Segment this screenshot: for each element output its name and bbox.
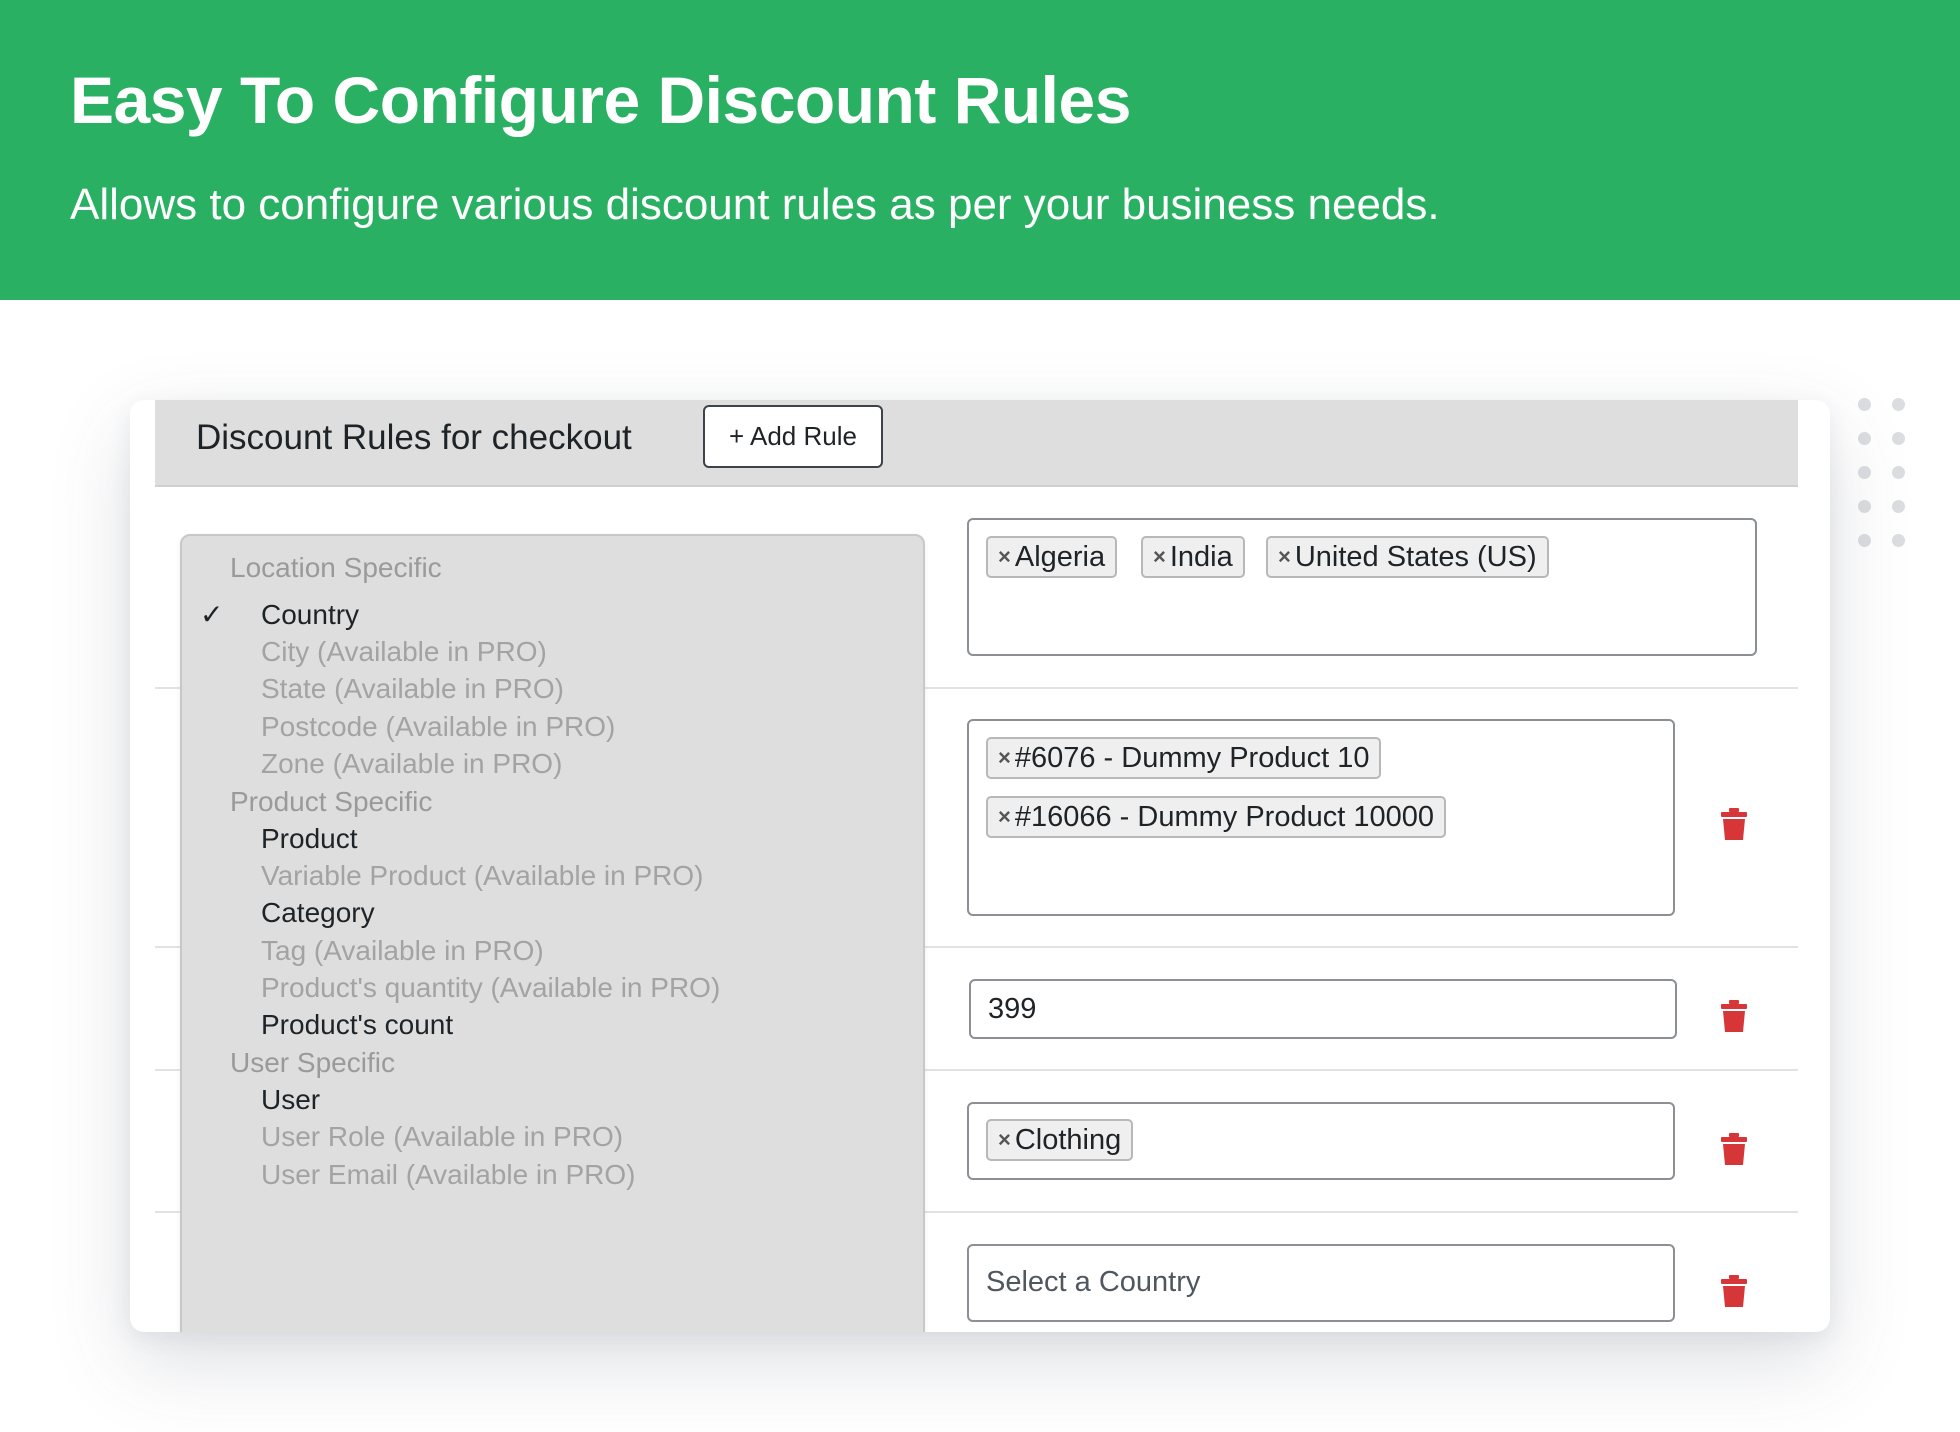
dot-grid-decoration bbox=[1858, 398, 1908, 558]
option-product-count[interactable]: Product's count bbox=[261, 1009, 453, 1041]
count-input[interactable]: 399 bbox=[969, 979, 1677, 1039]
option-zone: Zone (Available in PRO) bbox=[261, 748, 563, 779]
remove-tag-icon[interactable]: × bbox=[998, 544, 1011, 570]
remove-tag-icon[interactable]: × bbox=[1278, 544, 1291, 570]
trash-icon[interactable] bbox=[1721, 808, 1747, 840]
selected-tag[interactable]: × Algeria bbox=[986, 536, 1118, 578]
category-multiselect[interactable]: × Clothing bbox=[967, 1102, 1675, 1180]
option-postcode: Postcode (Available in PRO) bbox=[261, 711, 616, 742]
banner-title: Easy To Configure Discount Rules bbox=[70, 63, 1131, 137]
discount-rules-panel: Discount Rules for checkout + Add Rule ×… bbox=[155, 400, 1798, 1332]
optgroup-user: User Specific bbox=[230, 1047, 395, 1078]
country-multiselect[interactable]: × Algeria × India × United States (US) bbox=[967, 518, 1757, 656]
banner-subtitle: Allows to configure various discount rul… bbox=[70, 180, 1440, 229]
selected-tag[interactable]: × United States (US) bbox=[1266, 536, 1549, 578]
product-multiselect[interactable]: × #6076 - Dummy Product 10 × #16066 - Du… bbox=[967, 719, 1675, 916]
trash-icon[interactable] bbox=[1721, 1275, 1747, 1307]
selected-tag[interactable]: × #6076 - Dummy Product 10 bbox=[986, 737, 1382, 779]
option-product-quantity: Product's quantity (Available in PRO) bbox=[261, 972, 721, 1003]
add-rule-button[interactable]: + Add Rule bbox=[703, 405, 883, 468]
trash-icon[interactable] bbox=[1721, 1133, 1747, 1165]
remove-tag-icon[interactable]: × bbox=[998, 804, 1011, 830]
option-tag: Tag (Available in PRO) bbox=[261, 935, 544, 966]
panel-title: Discount Rules for checkout bbox=[196, 418, 632, 457]
add-rule-label: + Add Rule bbox=[729, 421, 857, 451]
remove-tag-icon[interactable]: × bbox=[998, 745, 1011, 771]
remove-tag-icon[interactable]: × bbox=[998, 1127, 1011, 1153]
check-icon: ✓ bbox=[200, 599, 224, 630]
selected-tag[interactable]: × Clothing bbox=[986, 1119, 1134, 1161]
option-user-email: User Email (Available in PRO) bbox=[261, 1159, 636, 1190]
option-user-role: User Role (Available in PRO) bbox=[261, 1121, 624, 1152]
option-country[interactable]: Country bbox=[261, 599, 359, 631]
option-product[interactable]: Product bbox=[261, 823, 358, 855]
option-variable-product: Variable Product (Available in PRO) bbox=[261, 860, 704, 891]
condition-type-dropdown[interactable]: Location Specific ✓ Country City (Availa… bbox=[180, 534, 925, 1332]
selected-tag[interactable]: × India bbox=[1141, 536, 1245, 578]
country-select[interactable]: Select a Country bbox=[967, 1244, 1675, 1322]
trash-icon[interactable] bbox=[1721, 1000, 1747, 1032]
option-category[interactable]: Category bbox=[261, 897, 375, 929]
optgroup-location: Location Specific bbox=[230, 552, 442, 583]
optgroup-product: Product Specific bbox=[230, 786, 433, 817]
option-user[interactable]: User bbox=[261, 1084, 320, 1116]
option-city: City (Available in PRO) bbox=[261, 636, 547, 667]
option-state: State (Available in PRO) bbox=[261, 673, 564, 704]
panel-header: Discount Rules for checkout + Add Rule bbox=[155, 400, 1798, 487]
selected-tag[interactable]: × #16066 - Dummy Product 10000 bbox=[986, 796, 1446, 838]
remove-tag-icon[interactable]: × bbox=[1153, 544, 1166, 570]
header-banner: Easy To Configure Discount Rules Allows … bbox=[0, 0, 1960, 300]
